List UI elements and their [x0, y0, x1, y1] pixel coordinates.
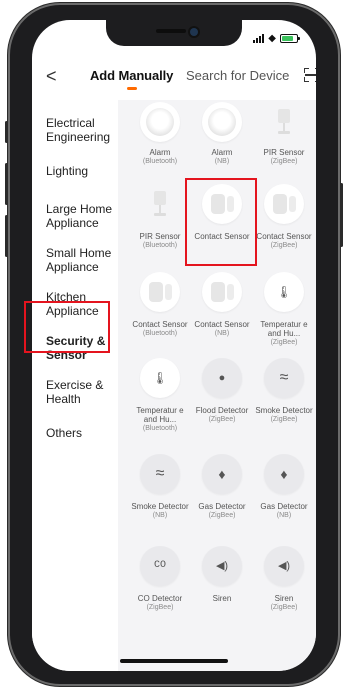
- device-flood-detector[interactable]: ● Flood Detector (ZigBee): [192, 358, 252, 424]
- device-smoke-nb[interactable]: ≈ Smoke Detector (NB): [130, 454, 190, 520]
- notch: [106, 20, 242, 46]
- thermometer-icon: 🌡︎: [140, 358, 180, 398]
- device-gas-nb[interactable]: ♦ Gas Detector (NB): [254, 454, 314, 520]
- device-protocol: (NB): [152, 512, 168, 519]
- sidebar-item-large-home-appliance[interactable]: Large Home Appliance: [46, 202, 122, 230]
- device-name: Gas Detector: [260, 502, 308, 511]
- device-protocol: (ZigBee): [270, 416, 298, 423]
- scan-icon[interactable]: [304, 68, 316, 82]
- smoke-icon: ≈: [140, 454, 180, 494]
- contact-sensor-icon: [202, 272, 242, 312]
- speaker-grille: [156, 29, 186, 33]
- sidebar-item-electrical-engineering[interactable]: Electrical Engineering: [46, 116, 122, 144]
- device-name: Contact Sensor: [256, 232, 312, 241]
- device-name: Flood Detector: [195, 406, 249, 415]
- device-protocol: (Bluetooth): [142, 330, 178, 337]
- device-name: Temperatur e and Hu...: [136, 406, 184, 424]
- device-protocol: (ZigBee): [270, 242, 298, 249]
- device-siren-zigbee[interactable]: ◀) Siren (ZigBee): [254, 546, 314, 612]
- back-icon[interactable]: <: [46, 66, 57, 86]
- device-name: Smoke Detector: [255, 406, 313, 415]
- volume-up-button: [5, 163, 8, 205]
- wifi-icon: ◆: [268, 33, 276, 44]
- contact-sensor-icon: [264, 184, 304, 224]
- device-name: Alarm: [211, 148, 233, 157]
- device-protocol: (ZigBee): [208, 416, 236, 423]
- device-alarm-partial[interactable]: [192, 102, 252, 142]
- flame-icon: ♦: [202, 454, 242, 494]
- power-button: [340, 183, 343, 247]
- alarm-icon: [140, 102, 180, 142]
- device-name: Temperatur e and Hu...: [260, 320, 308, 338]
- device-protocol: (ZigBee): [270, 604, 298, 611]
- device-contact-bluetooth[interactable]: Contact Sensor (Bluetooth): [130, 272, 190, 338]
- signal-icon: [253, 34, 265, 43]
- device-alarm-bluetooth[interactable]: Alarm (Bluetooth): [130, 148, 190, 166]
- tab-add-manually[interactable]: Add Manually: [90, 68, 173, 83]
- device-name: Gas Detector: [198, 502, 246, 511]
- flame-icon: ♦: [264, 454, 304, 494]
- device-protocol: (Bluetooth): [142, 242, 178, 249]
- speaker-icon: ◀): [202, 546, 242, 586]
- device-smoke-zigbee[interactable]: ≈ Smoke Detector (ZigBee): [254, 358, 314, 424]
- device-protocol: (ZigBee): [270, 339, 298, 346]
- contact-sensor-highlight: [185, 178, 257, 266]
- mute-switch: [5, 121, 8, 143]
- alarm-icon: [202, 102, 242, 142]
- status-bar: ◆: [253, 33, 300, 44]
- contact-sensor-icon: [140, 272, 180, 312]
- device-contact-zigbee[interactable]: Contact Sensor (ZigBee): [254, 184, 314, 250]
- device-name: Contact Sensor: [132, 320, 188, 329]
- device-protocol: (Bluetooth): [142, 158, 178, 165]
- sidebar-item-exercise-health[interactable]: Exercise & Health: [46, 378, 122, 406]
- co-icon: CO: [140, 546, 180, 586]
- device-name: Siren: [212, 594, 232, 603]
- device-name: PIR Sensor: [139, 232, 181, 241]
- sidebar-item-others[interactable]: Others: [46, 426, 122, 440]
- pir-sensor-icon: [264, 102, 304, 142]
- device-name: CO Detector: [137, 594, 183, 603]
- device-siren[interactable]: ◀) Siren: [192, 546, 252, 603]
- security-sensor-highlight: [24, 301, 110, 353]
- speaker-icon: ◀): [264, 546, 304, 586]
- device-protocol: (NB): [214, 330, 230, 337]
- battery-icon: [280, 34, 300, 43]
- sidebar-item-small-home-appliance[interactable]: Small Home Appliance: [46, 246, 122, 274]
- device-co-detector[interactable]: CO CO Detector (ZigBee): [130, 546, 190, 612]
- category-sidebar: Electrical Engineering Lighting Large Ho…: [32, 100, 118, 671]
- sidebar-item-lighting[interactable]: Lighting: [46, 164, 122, 178]
- device-pir-bluetooth[interactable]: PIR Sensor (Bluetooth): [130, 184, 190, 250]
- device-name: PIR Sensor: [263, 148, 305, 157]
- pir-sensor-icon: [140, 184, 180, 224]
- top-navigation: < Add Manually Search for Device: [32, 60, 316, 100]
- device-protocol: (ZigBee): [146, 604, 174, 611]
- active-tab-indicator: [127, 87, 137, 90]
- tab-search-for-device[interactable]: Search for Device: [186, 68, 289, 83]
- device-name: Siren: [274, 594, 294, 603]
- device-protocol: (Bluetooth): [142, 425, 178, 432]
- device-temp-humidity-zigbee[interactable]: 🌡︎ Temperatur e and Hu... (ZigBee): [254, 272, 314, 347]
- device-contact-nb[interactable]: Contact Sensor (NB): [192, 272, 252, 338]
- device-pir-partial[interactable]: [254, 102, 314, 142]
- device-protocol: (ZigBee): [208, 512, 236, 519]
- device-alarm-nb[interactable]: Alarm (NB): [192, 148, 252, 166]
- home-indicator: [120, 659, 228, 663]
- device-temp-humidity-bluetooth[interactable]: 🌡︎ Temperatur e and Hu... (Bluetooth): [130, 358, 190, 433]
- device-protocol: (NB): [276, 512, 292, 519]
- camera-icon: [190, 28, 198, 36]
- device-name: Alarm: [149, 148, 171, 157]
- water-drop-icon: ●: [202, 358, 242, 398]
- smoke-icon: ≈: [264, 358, 304, 398]
- thermometer-icon: 🌡︎: [264, 272, 304, 312]
- device-protocol: (ZigBee): [270, 158, 298, 165]
- device-name: Contact Sensor: [194, 320, 250, 329]
- device-name: Smoke Detector: [131, 502, 189, 511]
- volume-down-button: [5, 215, 8, 257]
- device-protocol: (NB): [214, 158, 230, 165]
- device-pir-zigbee[interactable]: PIR Sensor (ZigBee): [254, 148, 314, 166]
- device-gas-zigbee[interactable]: ♦ Gas Detector (ZigBee): [192, 454, 252, 520]
- device-alarm-partial[interactable]: [130, 102, 190, 142]
